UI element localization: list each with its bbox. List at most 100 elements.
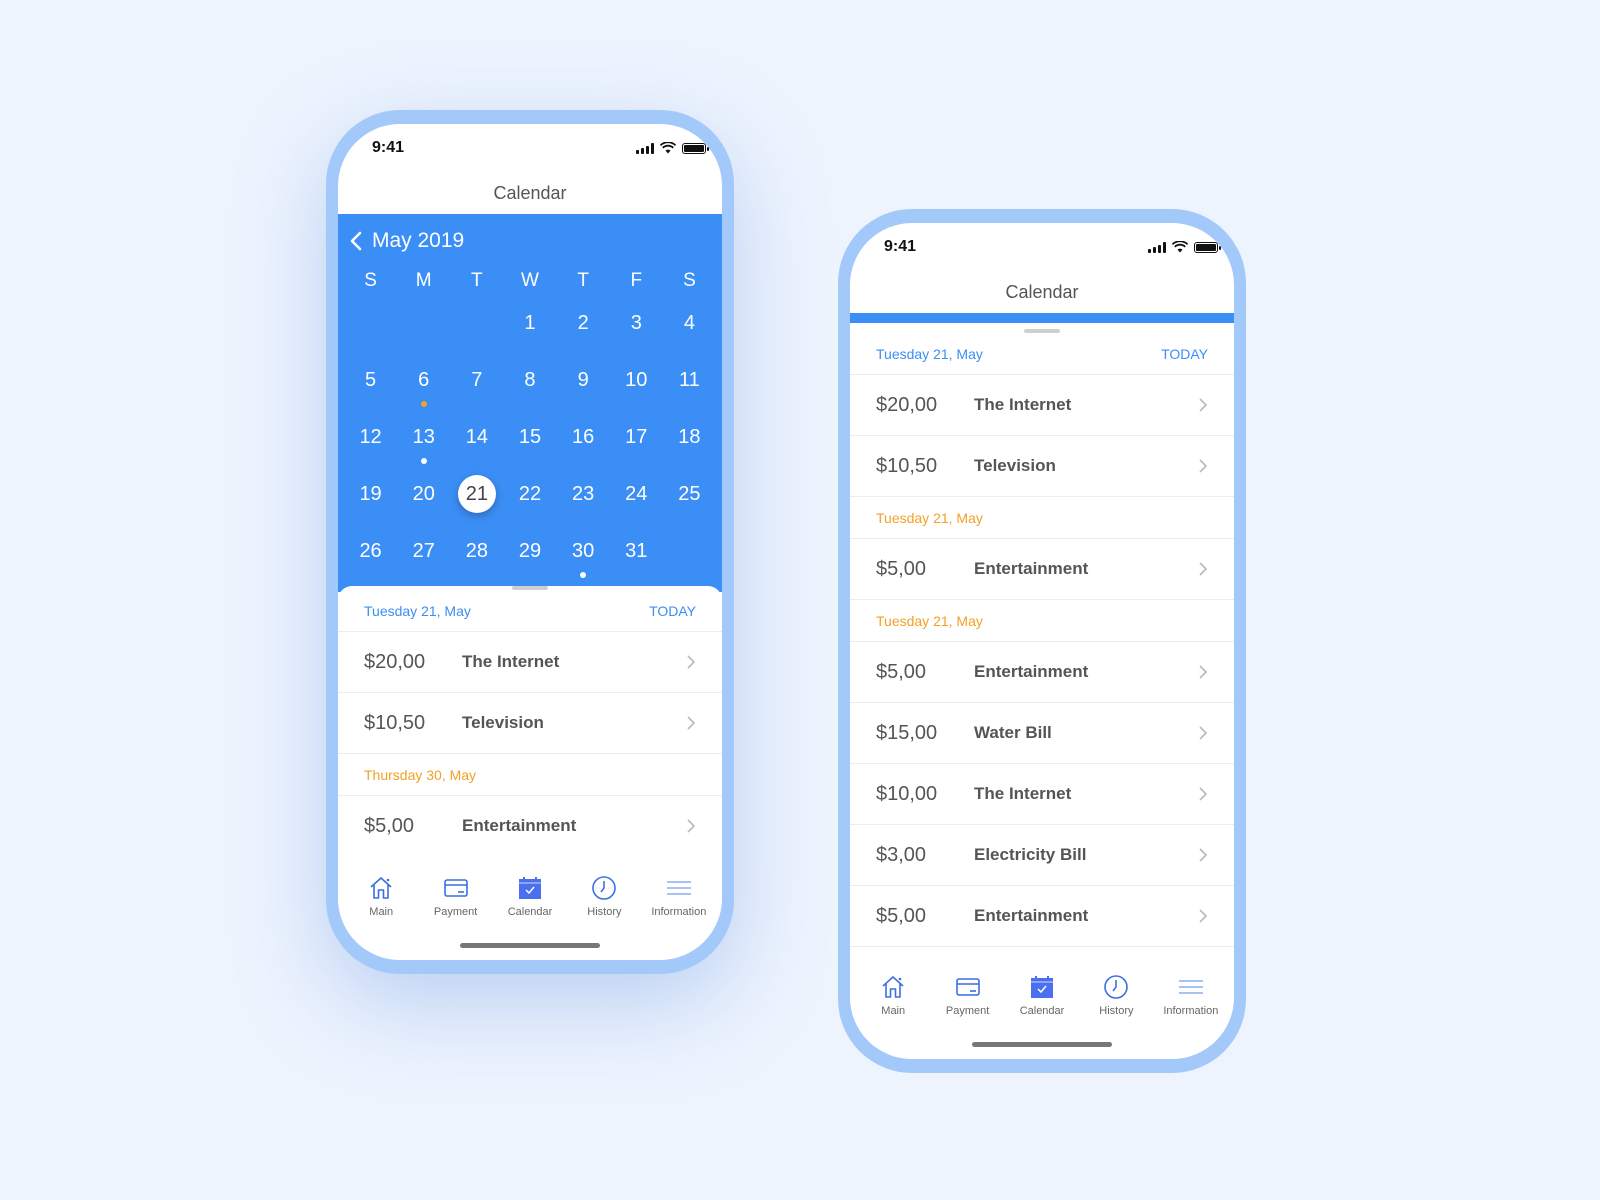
transaction-name: Television: [462, 713, 544, 732]
today-button[interactable]: TODAY: [649, 603, 696, 619]
weekday-label: T: [471, 270, 483, 291]
chevron-right-icon: [1199, 459, 1208, 473]
tab-label: Information: [651, 906, 707, 918]
calendar-day[interactable]: 29: [503, 526, 556, 583]
calendar-day[interactable]: 9: [557, 355, 610, 412]
calendar-day[interactable]: 11: [663, 355, 716, 412]
tab-information[interactable]: Information: [642, 874, 716, 960]
day-number: 23: [572, 483, 595, 505]
day-number: 21: [457, 475, 496, 513]
calendar-day[interactable]: 28: [450, 526, 503, 583]
calendar-day[interactable]: 15: [503, 412, 556, 469]
chevron-left-icon[interactable]: [346, 230, 368, 252]
phone-list-view: 9:41 Calendar Tuesday 21, May TODAY $20,00…: [838, 209, 1246, 1073]
calendar-day[interactable]: 12: [344, 412, 397, 469]
day-number: 2: [577, 312, 589, 334]
transaction-amount: $5,00: [876, 660, 927, 683]
calendar-day[interactable]: 6: [397, 355, 450, 412]
section-header: Tuesday 21, May: [850, 600, 1234, 642]
transaction-amount: $20,00: [876, 393, 938, 416]
transaction-row[interactable]: $5,00 Entertainment: [850, 539, 1234, 600]
calendar-icon: [519, 877, 542, 899]
weekday-label: T: [577, 270, 589, 291]
calendar-day[interactable]: 10: [610, 355, 663, 412]
calendar-day[interactable]: 18: [663, 412, 716, 469]
transaction-row[interactable]: $5,00 Entertainment: [850, 886, 1234, 947]
collapsed-calendar-strip[interactable]: [850, 313, 1234, 323]
month-label: May 2019: [372, 229, 465, 252]
weekday-label: F: [630, 270, 643, 291]
calendar-day[interactable]: 5: [344, 355, 397, 412]
calendar-day[interactable]: 20: [397, 469, 450, 526]
menu-icon: [666, 881, 691, 895]
day-number: 25: [678, 483, 701, 505]
calendar-day[interactable]: 30: [557, 526, 610, 583]
status-time: 9:41: [372, 139, 405, 156]
transaction-row[interactable]: $5,00 Entertainment: [850, 642, 1234, 703]
calendar-day[interactable]: 14: [450, 412, 503, 469]
section-header: Tuesday 21, May: [850, 497, 1234, 539]
transactions-sheet: Tuesday 21, May TODAY $20,00 The Internet $1…: [338, 586, 722, 857]
section-date: Tuesday 21, May: [876, 509, 983, 526]
section-date: Tuesday 21, May: [876, 345, 983, 362]
calendar-day[interactable]: 4: [663, 298, 716, 355]
transaction-row[interactable]: $10,50 Television: [338, 693, 722, 754]
day-number: 20: [412, 483, 435, 505]
calendar-day[interactable]: 17: [610, 412, 663, 469]
tab-label: Payment: [433, 906, 478, 918]
home-icon: [882, 976, 904, 998]
tab-information[interactable]: Information: [1154, 973, 1228, 1059]
calendar-day[interactable]: 7: [450, 355, 503, 412]
chevron-right-icon: [1199, 665, 1208, 679]
today-button[interactable]: TODAY: [1161, 346, 1208, 362]
calendar-grid: S M T W T F S 1 2 3 4 5 6 7 8 9 10 11 12 13 14 15 16 17 18 19 20 21…: [338, 264, 722, 583]
transaction-row[interactable]: $10,00 The Internet: [850, 764, 1234, 825]
calendar-day[interactable]: 2: [557, 298, 610, 355]
section-date: Tuesday 21, May: [364, 602, 471, 619]
transaction-amount: $5,00: [876, 904, 927, 927]
status-bar: 9:41: [850, 223, 1234, 271]
calendar-day[interactable]: 27: [397, 526, 450, 583]
transaction-amount: $10,50: [364, 711, 426, 734]
calendar-panel: May 2019 S M T W T F S 1 2 3 4 5 6 7 8 9 10 11 12 13 14 15 16 1…: [338, 214, 722, 592]
calendar-day[interactable]: 25: [663, 469, 716, 526]
transaction-row[interactable]: $5,00 Entertainment: [338, 796, 722, 857]
calendar-day[interactable]: 1: [503, 298, 556, 355]
chevron-right-icon: [687, 819, 696, 833]
weekday-label: M: [415, 270, 432, 291]
calendar-day[interactable]: 31: [610, 526, 663, 583]
calendar-day[interactable]: 19: [344, 469, 397, 526]
transaction-row[interactable]: $15,00 Water Bill: [850, 703, 1234, 764]
month-selector[interactable]: May 2019: [338, 226, 722, 256]
calendar-day[interactable]: 22: [503, 469, 556, 526]
calendar-day[interactable]: 8: [503, 355, 556, 412]
calendar-day-selected[interactable]: 21: [450, 469, 503, 526]
transaction-row[interactable]: $20,00 The Internet: [850, 375, 1234, 436]
transaction-row[interactable]: $10,50 Television: [850, 436, 1234, 497]
wifi-icon: [1172, 241, 1188, 253]
calendar-day[interactable]: 26: [344, 526, 397, 583]
section-date: Thursday 30, May: [364, 766, 477, 783]
signal-icon: [636, 142, 654, 154]
calendar-day[interactable]: 16: [557, 412, 610, 469]
calendar-day[interactable]: 24: [610, 469, 663, 526]
transaction-row[interactable]: $20,00 The Internet: [338, 632, 722, 693]
day-number: 13: [412, 426, 435, 448]
tab-main[interactable]: Main: [856, 973, 930, 1059]
chevron-right-icon: [1199, 398, 1208, 412]
status-time: 9:41: [884, 238, 917, 255]
calendar-day[interactable]: 23: [557, 469, 610, 526]
home-indicator[interactable]: [460, 943, 600, 948]
transaction-row[interactable]: $3,00 Electricity Bill: [850, 825, 1234, 886]
battery-icon: [682, 142, 709, 154]
tab-main[interactable]: Main: [344, 874, 418, 960]
calendar-day[interactable]: 13: [397, 412, 450, 469]
home-indicator[interactable]: [972, 1042, 1112, 1047]
calendar-day[interactable]: 3: [610, 298, 663, 355]
transaction-amount: $3,00: [876, 843, 927, 866]
day-number: 30: [572, 540, 595, 562]
day-number: 31: [625, 540, 648, 562]
tab-label: Main: [881, 1005, 906, 1017]
day-number: 19: [359, 483, 382, 505]
tab-label: History: [1099, 1005, 1134, 1017]
